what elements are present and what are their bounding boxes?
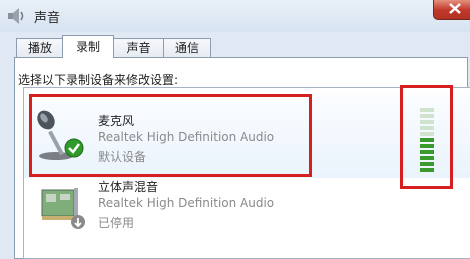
tab-label: 录制 (75, 40, 100, 54)
tab-playback[interactable]: 播放 (16, 38, 64, 57)
tab-sounds[interactable]: 声音 (113, 38, 164, 57)
title-bar: 声音 (0, 0, 470, 32)
tab-label: 声音 (126, 41, 151, 55)
tab-label: 通信 (174, 41, 199, 55)
close-button[interactable] (433, 0, 470, 20)
device-status: 已停用 (98, 216, 135, 230)
highlight-box-microphone (29, 94, 312, 177)
tab-communications[interactable]: 通信 (163, 38, 211, 57)
device-item-stereo-mix[interactable]: 立体声混音 Realtek High Definition Audio 已停用 (24, 178, 470, 258)
highlight-box-level-meter (400, 85, 453, 189)
window-title: 声音 (34, 11, 61, 26)
speaker-icon (8, 8, 24, 24)
device-name: 立体声混音 (98, 180, 159, 194)
instruction-text: 选择以下录制设备来修改设置: (18, 73, 179, 87)
tab-recording[interactable]: 录制 (62, 35, 114, 58)
disabled-arrow-icon (71, 215, 85, 229)
close-icon (449, 3, 461, 14)
device-description: Realtek High Definition Audio (98, 196, 275, 210)
tab-label: 播放 (27, 41, 52, 55)
